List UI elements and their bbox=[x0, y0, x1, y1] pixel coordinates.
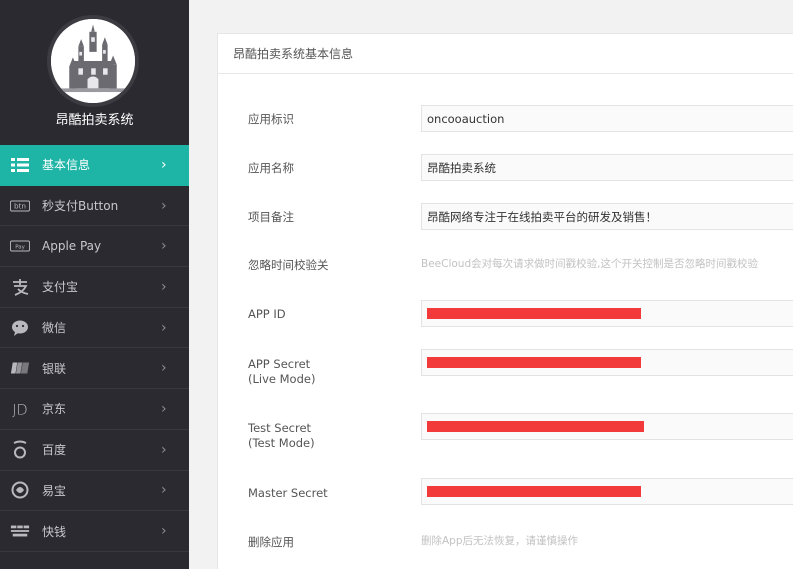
kuaiqian-icon bbox=[10, 521, 30, 541]
unionpay-icon bbox=[10, 358, 30, 378]
appid-input[interactable] bbox=[421, 300, 793, 327]
app-secret-input[interactable] bbox=[421, 349, 793, 376]
redaction-bar bbox=[427, 421, 644, 432]
app-logo bbox=[47, 15, 139, 107]
app-secret-label-line1: APP Secret bbox=[248, 357, 311, 371]
sidebar-item-basic-info[interactable]: 基本信息 › bbox=[0, 145, 189, 186]
delete-app-label: 删除应用 bbox=[248, 535, 294, 549]
chevron-right-icon: › bbox=[161, 441, 167, 458]
ignore-timestamp-hint: BeeCloud会对每次请求做时间戳校验,这个开关控制是否忽略时间戳校验 bbox=[421, 258, 758, 270]
app-identifier-input[interactable]: oncooauction bbox=[421, 105, 793, 132]
sidebar-item-label: 秒支付Button bbox=[42, 199, 119, 214]
app-identifier-label: 应用标识 bbox=[248, 112, 294, 126]
sidebar-item-label: 银联 bbox=[42, 361, 67, 376]
ignore-timestamp-label: 忽略时间校验关 bbox=[248, 258, 329, 272]
chevron-right-icon: › bbox=[161, 523, 167, 540]
chevron-right-icon: › bbox=[161, 319, 167, 336]
delete-app-hint: 删除App后无法恢复，请谨慎操作 bbox=[421, 535, 579, 547]
sidebar-item-wechat[interactable]: 微信 › bbox=[0, 308, 189, 349]
sidebar-item-unionpay[interactable]: 银联 › bbox=[0, 348, 189, 390]
brand: 昂酷拍卖系统 bbox=[0, 0, 189, 145]
sidebar-item-jd[interactable]: JD 京东 › bbox=[0, 389, 189, 430]
master-secret-input[interactable] bbox=[421, 478, 793, 505]
sidebar-item-baidu[interactable]: 百度 › bbox=[0, 430, 189, 471]
sidebar: 昂酷拍卖系统 基本信息 › btn 秒支付Button › Pay Apple … bbox=[0, 0, 189, 569]
remark-label: 项目备注 bbox=[248, 210, 294, 224]
chevron-right-icon: › bbox=[161, 156, 167, 173]
app-window: 昂酷拍卖系统 基本信息 › btn 秒支付Button › Pay Apple … bbox=[0, 0, 793, 569]
sidebar-item-label: 基本信息 bbox=[42, 158, 91, 173]
sidebar-nav: 基本信息 › btn 秒支付Button › Pay Apple Pay › 支… bbox=[0, 145, 189, 552]
test-secret-label-line1: Test Secret bbox=[248, 421, 312, 435]
chevron-right-icon: › bbox=[161, 482, 167, 499]
app-name-label: 应用名称 bbox=[248, 161, 294, 175]
test-secret-label: Test Secret (Test Mode) bbox=[248, 421, 315, 451]
chevron-right-icon: › bbox=[161, 400, 167, 417]
apple-pay-icon: Pay bbox=[10, 236, 30, 256]
chevron-right-icon: › bbox=[161, 360, 167, 377]
test-secret-label-line2: (Test Mode) bbox=[248, 436, 315, 450]
sidebar-item-label: 百度 bbox=[42, 443, 67, 458]
remark-input[interactable]: 昂酷网络专注于在线拍卖平台的研发及销售！ bbox=[421, 203, 793, 230]
test-secret-input[interactable] bbox=[421, 413, 793, 440]
sidebar-item-button-pay[interactable]: btn 秒支付Button › bbox=[0, 186, 189, 227]
sidebar-item-label: 易宝 bbox=[42, 483, 67, 498]
svg-text:Pay: Pay bbox=[15, 244, 25, 250]
wechat-icon bbox=[10, 318, 30, 338]
appid-label: APP ID bbox=[248, 307, 286, 321]
redaction-bar bbox=[427, 308, 641, 319]
redaction-bar bbox=[427, 357, 641, 368]
list-icon bbox=[10, 155, 30, 175]
basic-info-panel: 昂酷拍卖系统基本信息 应用标识 oncooauction 应用名称 昂酷拍卖系统… bbox=[217, 33, 793, 569]
app-secret-label: APP Secret (Live Mode) bbox=[248, 357, 315, 387]
castle-icon bbox=[51, 19, 135, 103]
chevron-right-icon: › bbox=[161, 197, 167, 214]
jd-icon: JD bbox=[10, 399, 30, 419]
panel-title: 昂酷拍卖系统基本信息 bbox=[218, 34, 793, 74]
sidebar-item-alipay[interactable]: 支付宝 › bbox=[0, 267, 189, 308]
sidebar-item-label: 京东 bbox=[42, 402, 67, 417]
redaction-bar bbox=[427, 486, 641, 497]
brand-name: 昂酷拍卖系统 bbox=[55, 113, 134, 128]
svg-text:JD: JD bbox=[12, 402, 27, 418]
sidebar-item-label: 快钱 bbox=[42, 524, 67, 539]
sidebar-item-apple-pay[interactable]: Pay Apple Pay › bbox=[0, 226, 189, 268]
btn-icon: btn bbox=[10, 196, 30, 216]
app-secret-label-line2: (Live Mode) bbox=[248, 372, 316, 386]
sidebar-item-label: 支付宝 bbox=[42, 280, 79, 295]
baidu-icon bbox=[10, 440, 30, 460]
sidebar-item-yeepay[interactable]: 易宝 › bbox=[0, 471, 189, 512]
sidebar-item-label: 微信 bbox=[42, 321, 67, 336]
svg-text:btn: btn bbox=[14, 201, 26, 210]
main-content: 昂酷拍卖系统基本信息 应用标识 oncooauction 应用名称 昂酷拍卖系统… bbox=[189, 0, 793, 569]
sidebar-item-kuaiqian[interactable]: 快钱 › bbox=[0, 511, 189, 552]
sidebar-item-label: Apple Pay bbox=[42, 239, 102, 254]
master-secret-label: Master Secret bbox=[248, 486, 328, 500]
chevron-right-icon: › bbox=[161, 278, 167, 295]
app-name-input[interactable]: 昂酷拍卖系统 bbox=[421, 154, 793, 181]
yeepay-icon bbox=[10, 480, 30, 500]
alipay-icon bbox=[10, 277, 30, 297]
chevron-right-icon: › bbox=[161, 238, 167, 255]
